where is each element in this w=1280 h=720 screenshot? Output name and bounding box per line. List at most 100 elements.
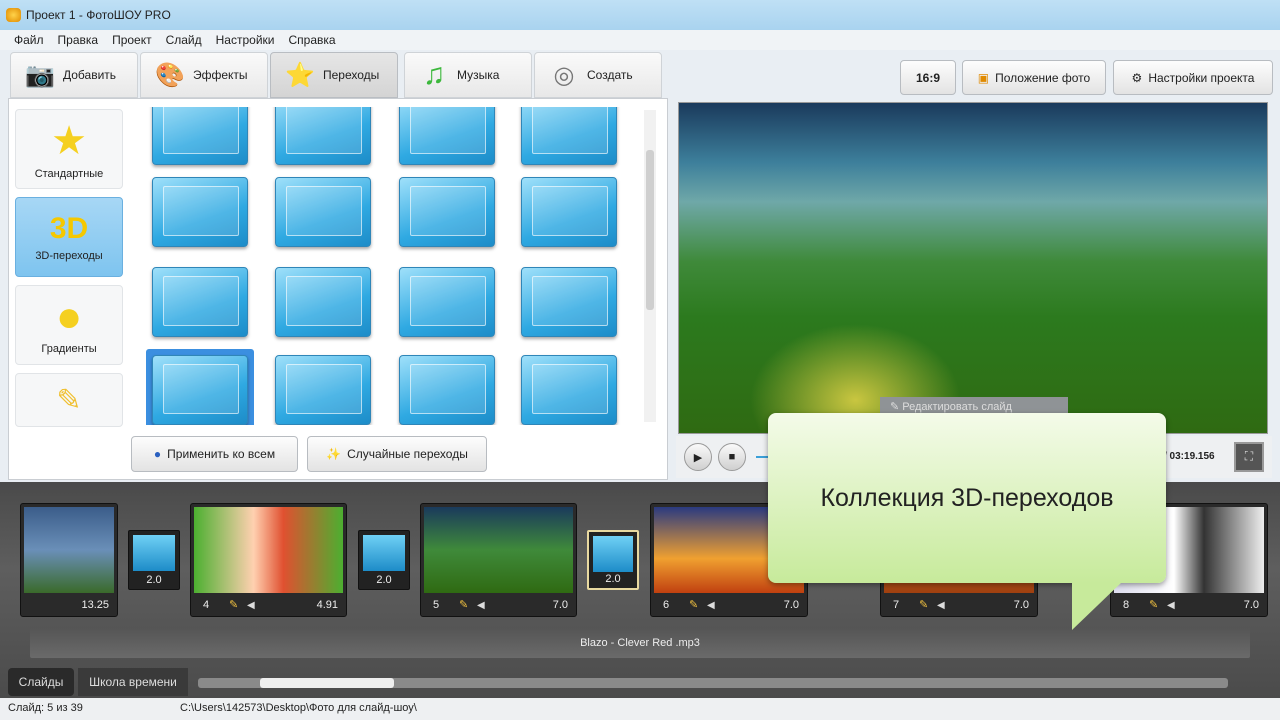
transition-thumbnail[interactable] [521,267,617,337]
play-button[interactable]: ▶ [684,443,712,471]
transition-preview-icon [275,355,371,425]
slide-duration: 7.0 [1013,599,1029,611]
transition-thumbnail[interactable] [146,349,254,425]
stop-button[interactable]: ■ [718,443,746,471]
slide-duration: 13.25 [81,599,109,611]
button-label: Применить ко всем [167,447,276,461]
transition-thumbnail[interactable] [521,355,617,425]
transition-preview-icon [399,355,495,425]
app-icon [6,8,21,22]
tooltip-label: Редактировать слайд [902,401,1012,413]
stop-icon: ■ [728,451,736,463]
apply-to-all-button[interactable]: ● Применить ко всем [131,436,298,472]
callout-text: Коллекция 3D-переходов [820,483,1114,512]
transition-thumbnail[interactable] [399,355,495,425]
photo-position-button[interactable]: ▣ Положение фото [962,60,1106,95]
sound-icon[interactable]: ◀ [477,600,485,611]
slide-preview [678,102,1268,434]
timeline-scrollbar-thumb[interactable] [260,678,394,688]
aspect-ratio-button[interactable]: 16:9 [900,60,956,95]
transition-thumbnail[interactable] [152,177,248,247]
transition-preview-icon [152,267,248,337]
transition-item[interactable]: 2.0 [587,530,639,590]
slide-thumbnail [194,507,343,593]
tab-music[interactable]: ♫ Музыка [404,52,532,98]
transition-preview-icon [521,177,617,247]
transition-thumbnail[interactable] [399,267,495,337]
tab-slides[interactable]: Слайды [8,668,74,696]
transition-thumbnail[interactable] [521,107,617,165]
button-label: Настройки проекта [1148,70,1255,85]
transition-preview-icon [399,267,495,337]
transition-thumbnail[interactable] [152,107,248,165]
sound-icon[interactable]: ◀ [247,600,255,611]
transition-thumbnail[interactable] [399,107,495,165]
sound-icon[interactable]: ◀ [1167,600,1175,611]
transition-preview-icon [521,355,617,425]
transition-preview-icon [152,355,248,425]
transition-thumbnail[interactable] [152,267,248,337]
menu-file[interactable]: Файл [14,33,44,47]
sound-icon[interactable]: ◀ [937,600,945,611]
slide-item[interactable]: 4 ✎ ◀ 4.91 [190,503,347,617]
slide-item[interactable]: 13.25 [20,503,118,617]
slide-thumbnail [24,507,114,593]
slide-number: 4 [203,599,210,611]
tab-effects[interactable]: 🎨 Эффекты [140,52,268,98]
folder-path: C:\Users\142573\Desktop\Фото для слайд-ш… [180,702,417,714]
transition-thumbnail[interactable] [275,177,371,247]
slide-item[interactable]: 5 ✎ ◀ 7.0 [420,503,577,617]
transition-thumbnail[interactable] [275,355,371,425]
edit-icon[interactable]: ✎ [919,598,928,611]
transition-icon [363,535,405,571]
transition-preview-icon [275,107,371,165]
edit-icon[interactable]: ✎ [229,598,238,611]
transition-grid [9,107,649,425]
transition-thumbnail[interactable] [275,107,371,165]
status-bar: Слайд: 5 из 39 C:\Users\142573\Desktop\Ф… [0,698,1280,720]
tab-timeline[interactable]: Школа времени [78,668,188,696]
menu-project[interactable]: Проект [112,33,152,47]
transition-preview-icon [399,107,495,165]
transition-item[interactable]: 2.0 [358,530,410,590]
slide-number: 8 [1123,599,1130,611]
slide-duration: 7.0 [783,599,799,611]
fullscreen-button[interactable]: ⛶ [1234,442,1264,472]
tab-transitions[interactable]: ⭐ Переходы [270,52,398,98]
transition-icon [593,536,633,572]
transition-thumbnail[interactable] [275,267,371,337]
slide-duration: 7.0 [1243,599,1259,611]
gear-icon: ⚙ [1131,70,1143,85]
tab-label: Музыка [457,68,500,82]
sound-icon[interactable]: ◀ [707,600,715,611]
edit-icon[interactable]: ✎ [459,598,468,611]
fullscreen-icon: ⛶ [1244,449,1254,463]
button-label: Положение фото [995,70,1091,85]
callout-bubble: Коллекция 3D-переходов [768,413,1166,583]
tab-create[interactable]: ◎ Создать [534,52,662,98]
audio-track[interactable]: Blazo - Clever Red .mp3 [30,628,1250,658]
title-bar: Проект 1 - ФотоШОУ PRO [0,0,1280,30]
transition-preview-icon [152,177,248,247]
menu-settings[interactable]: Настройки [216,33,275,47]
menu-help[interactable]: Справка [288,33,335,47]
transition-thumbnail[interactable] [399,177,495,247]
photo-icon: ▣ [977,70,990,85]
transition-item[interactable]: 2.0 [128,530,180,590]
tab-label: Эффекты [193,68,248,82]
menu-bar: Файл Правка Проект Слайд Настройки Справка [0,30,1280,50]
project-settings-button[interactable]: ⚙ Настройки проекта [1113,60,1273,95]
grid-scrollbar-thumb[interactable] [646,150,654,310]
random-transitions-button[interactable]: ✨ Случайные переходы [307,436,487,472]
tab-label: Добавить [63,68,117,82]
transition-thumbnail[interactable] [521,177,617,247]
slide-thumbnail [424,507,573,593]
transition-preview-icon [521,267,617,337]
tab-add[interactable]: 📷 Добавить [10,52,138,98]
menu-slide[interactable]: Слайд [166,33,202,47]
edit-icon[interactable]: ✎ [689,598,698,611]
slide-number: 7 [893,599,900,611]
music-icon: ♫ [422,58,446,91]
edit-icon[interactable]: ✎ [1149,598,1158,611]
menu-edit[interactable]: Правка [58,33,99,47]
